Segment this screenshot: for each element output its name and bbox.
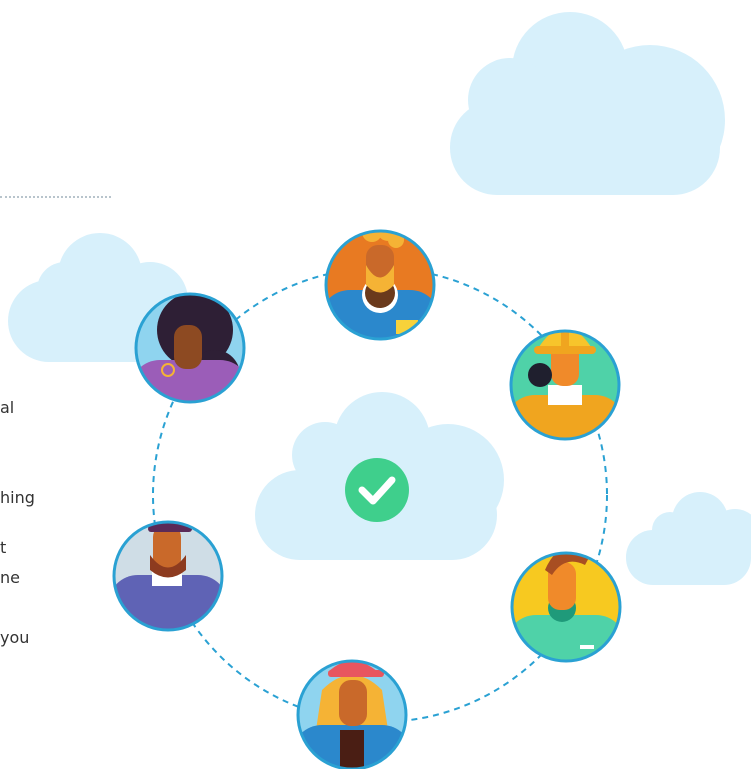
man-cap-avatar [112, 520, 224, 632]
bearded-man-avatar [324, 229, 436, 341]
cloud-top-right [450, 12, 725, 195]
cloud-right-small [626, 492, 751, 585]
construction-worker-avatar [509, 329, 621, 441]
check-icon [345, 458, 409, 522]
illustration-stage: al hing t ne you [0, 0, 751, 769]
woman-cap-avatar [296, 659, 408, 769]
network-illustration [8, 12, 751, 769]
man-tilted-hair-avatar [510, 551, 622, 663]
